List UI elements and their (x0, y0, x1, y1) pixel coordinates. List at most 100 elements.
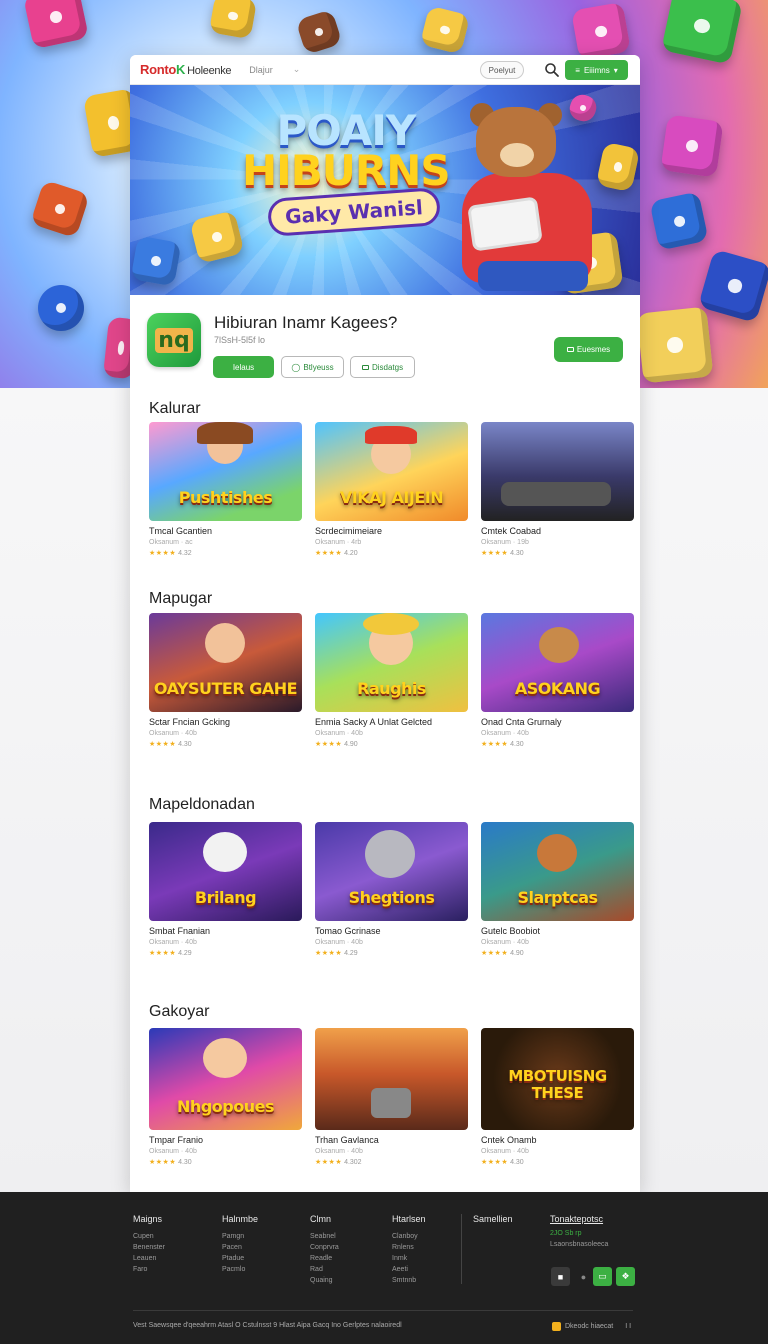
dice-decoration (30, 179, 90, 239)
game-thumbnail[interactable]: VIKAJ AIJEIN (315, 422, 468, 521)
footer-link[interactable]: Pamgn (222, 1233, 258, 1240)
footer-link[interactable]: Seabnel (310, 1233, 339, 1240)
action-button-secondary[interactable]: ◯ Btlyeuss (281, 356, 344, 378)
footer-column: Maigns Cupen Benenster Leauen Faro (133, 1214, 165, 1277)
main-card: RontoK Holeenke Dlajur ⌄ Poelyut ≡ Eiiimn… (130, 55, 640, 1192)
dice-decoration (697, 248, 768, 324)
footer-column: Samellien (473, 1214, 513, 1233)
square-icon (361, 364, 369, 370)
hero-banner: POAIY HIBURNS Gaky Wanisl (130, 85, 640, 295)
footer-link[interactable]: Cupen (133, 1233, 165, 1240)
game-thumbnail[interactable]: MBOTUISNG THESE (481, 1028, 634, 1130)
footer-link[interactable]: Ptadue (222, 1255, 258, 1262)
game-meta: Oksanum · 40b (149, 939, 197, 946)
footer-link[interactable]: Aeeti (392, 1266, 426, 1273)
footer-link[interactable]: Rnlens (392, 1244, 426, 1251)
footer-link[interactable]: Pacen (222, 1244, 258, 1251)
menu-icon: ≡ (575, 65, 580, 75)
nav-pill-button[interactable]: Poelyut (480, 61, 524, 79)
footer-link[interactable]: Faro (133, 1266, 165, 1273)
star-rating-icon: ★★★★ (481, 550, 509, 557)
app-title: Hibiuran Inamr Kagees? (214, 313, 398, 332)
android-icon[interactable]: ■ (551, 1267, 570, 1286)
game-rating: ★★★★ 4.90 (315, 741, 358, 748)
game-card[interactable]: Brilang Smbat Fnanian Oksanum · 40b ★★★★… (149, 822, 302, 957)
dice-decoration (571, 1, 631, 61)
game-title: Gutelc Boobiot (481, 926, 541, 936)
game-title: Smbat Fnanian (149, 926, 211, 936)
apple-icon[interactable]: ● (574, 1267, 593, 1286)
footer-link[interactable]: Smtnnb (392, 1277, 426, 1284)
footer-link[interactable]: Readle (310, 1255, 339, 1262)
game-thumbnail[interactable]: OAYSUTER GAHE (149, 613, 302, 712)
install-button[interactable]: Euesmes (554, 337, 623, 362)
site-logo[interactable]: RontoK Holeenke (140, 62, 232, 77)
game-thumbnail[interactable]: Slarptcas (481, 822, 634, 921)
game-card[interactable]: ASOKANG Onad Cnta Grurnaly Oksanum · 40b… (481, 613, 634, 748)
star-rating-icon: ★★★★ (149, 741, 177, 748)
game-card[interactable]: Raughis Enmia Sacky A Unlat Gelcted Oksa… (315, 613, 468, 748)
game-thumbnail[interactable]: Raughis (315, 613, 468, 712)
game-thumbnail[interactable] (315, 1028, 468, 1130)
game-card[interactable]: Trhan Gavlanca Oksanum · 40b ★★★★ 4.302 (315, 1028, 468, 1166)
game-card[interactable]: Cmtek Coabad Oksanum · 19b ★★★★ 4.30 (481, 422, 634, 557)
footer-bottom-link[interactable]: Dkeodc hiaecat (565, 1323, 613, 1330)
footer-rule (133, 1310, 633, 1311)
star-rating-icon: ★★★★ (315, 1159, 343, 1166)
copyright-text: Vest Saewsqee d'qeeahrm Atasl O Cstulnss… (133, 1322, 402, 1329)
game-rating: ★★★★ 4.302 (315, 1159, 362, 1166)
game-thumbnail[interactable]: Brilang (149, 822, 302, 921)
star-rating-icon: ★★★★ (149, 1159, 177, 1166)
app-icon: nq (147, 313, 201, 367)
primary-nav-button[interactable]: ≡ Eiiimns ▾ (565, 60, 628, 80)
footer-link[interactable]: Pacmlo (222, 1266, 258, 1273)
footer-heading: Halnmbe (222, 1214, 259, 1224)
game-meta: Oksanum · 40b (315, 939, 363, 946)
game-rating: ★★★★ 4.30 (481, 550, 524, 557)
game-thumbnail[interactable]: Nhgopoues (149, 1028, 302, 1130)
game-title: Cntek Onamb (481, 1135, 537, 1145)
game-thumbnail[interactable] (481, 422, 634, 521)
game-rating: ★★★★ 4.32 (149, 550, 192, 557)
game-title: Sctar Fncian Gcking (149, 717, 231, 727)
game-card[interactable]: Slarptcas Gutelc Boobiot Oksanum · 40b ★… (481, 822, 634, 957)
action-button-primary[interactable]: Ielaus (213, 356, 274, 378)
star-rating-icon: ★★★★ (481, 1159, 509, 1166)
game-thumbnail[interactable]: Shegtions (315, 822, 468, 921)
footer-heading: Clmn (310, 1214, 332, 1224)
section-title: Kalurar (149, 400, 201, 417)
game-card[interactable]: Pushtishes Tmcal Gcantien Oksanum · ac ★… (149, 422, 302, 557)
contact-line: 2JO Sb rp (550, 1230, 582, 1237)
screen-icon[interactable]: ▭ (593, 1267, 612, 1286)
chevron-down-icon[interactable]: ⌄ (293, 64, 301, 75)
footer-link[interactable]: Inmk (392, 1255, 426, 1262)
game-thumbnail[interactable]: ASOKANG (481, 613, 634, 712)
footer-heading: Maigns (133, 1214, 163, 1224)
game-rating: ★★★★ 4.20 (315, 550, 358, 557)
footer-link[interactable]: Conprvra (310, 1244, 339, 1251)
star-rating-icon: ★★★★ (481, 950, 509, 957)
game-thumbnail[interactable]: Pushtishes (149, 422, 302, 521)
game-card[interactable]: MBOTUISNG THESE Cntek Onamb Oksanum · 40… (481, 1028, 634, 1166)
game-rating: ★★★★ 4.30 (149, 741, 192, 748)
footer-link[interactable]: Leauen (133, 1255, 165, 1262)
top-nav-bar: RontoK Holeenke Dlajur ⌄ Poelyut ≡ Eiiimn… (130, 55, 640, 85)
game-rating: ★★★★ 4.90 (481, 950, 524, 957)
footer-heading: Tonaktepotsc (550, 1214, 604, 1224)
search-icon[interactable] (544, 62, 560, 78)
footer-link[interactable]: Clanboy (392, 1233, 426, 1240)
footer-bottom-mark: I I (625, 1323, 632, 1330)
footer-link[interactable]: Rad (310, 1266, 339, 1273)
game-card[interactable]: Nhgopoues Tmpar Franio Oksanum · 40b ★★★… (149, 1028, 302, 1166)
action-button-label: Ielaus (232, 362, 255, 372)
share-icon[interactable]: ❖ (616, 1267, 635, 1286)
game-card[interactable]: VIKAJ AIJEIN Scrdecimimeiare Oksanum · 4… (315, 422, 468, 557)
game-rating: ★★★★ 4.30 (481, 1159, 524, 1166)
nav-dropdown[interactable]: Dlajur (249, 65, 273, 75)
game-card[interactable]: Shegtions Tomao Gcrinase Oksanum · 40b ★… (315, 822, 468, 957)
game-card[interactable]: OAYSUTER GAHE Sctar Fncian Gcking Oksanu… (149, 613, 302, 748)
footer-link[interactable]: Quaing (310, 1277, 339, 1284)
footer-link[interactable]: Benenster (133, 1244, 165, 1251)
action-button-tertiary[interactable]: Disdatgs (350, 356, 415, 378)
game-meta: Oksanum · 40b (481, 730, 529, 737)
